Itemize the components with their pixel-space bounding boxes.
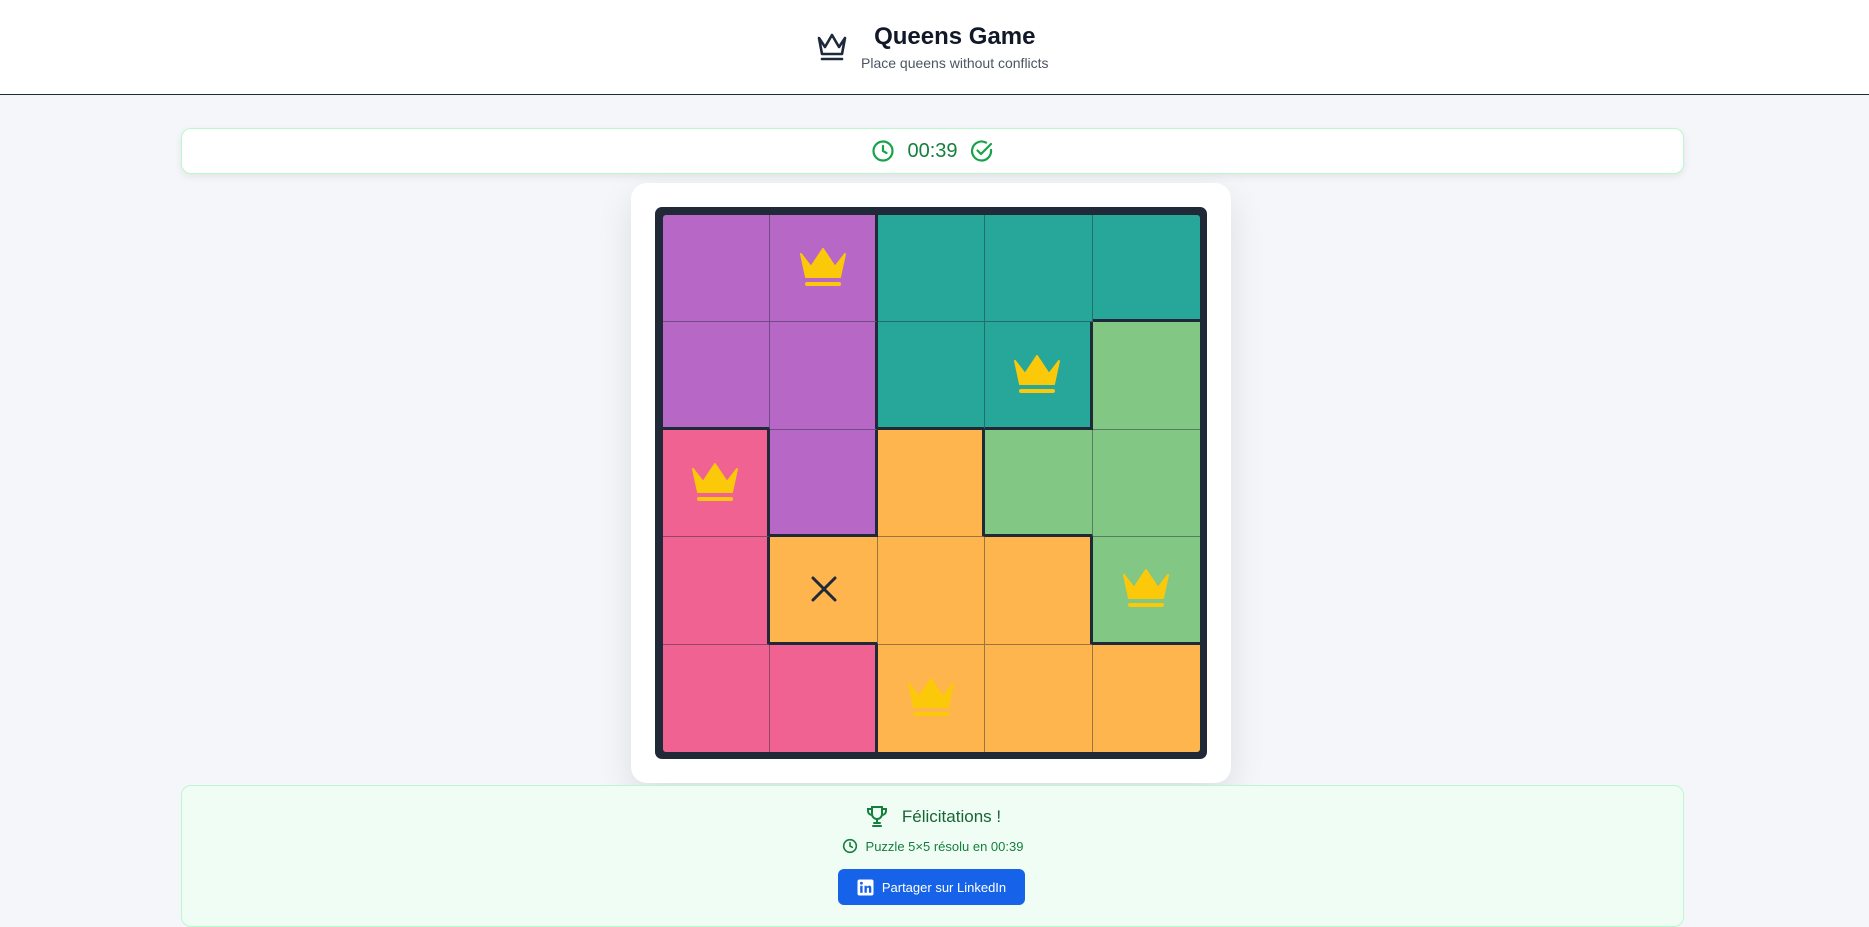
board-cell[interactable] bbox=[1092, 429, 1200, 538]
board-grid bbox=[663, 215, 1200, 752]
board-cell[interactable] bbox=[770, 429, 878, 538]
queen-icon bbox=[907, 678, 954, 717]
board-cell[interactable] bbox=[985, 537, 1093, 645]
share-button-label: Partager sur LinkedIn bbox=[881, 879, 1007, 895]
board-cell[interactable] bbox=[1092, 215, 1200, 323]
board-cell[interactable] bbox=[770, 644, 878, 752]
solved-message: Puzzle 5×5 résolu en 00:39 bbox=[865, 838, 1024, 854]
success-panel: Félicitations ! Puzzle 5×5 résolu en 00:… bbox=[181, 785, 1684, 927]
app-header: Queens Game Place queens without conflic… bbox=[0, 0, 1869, 95]
check-circle-icon bbox=[970, 140, 992, 162]
board-cell[interactable] bbox=[663, 215, 771, 323]
clock-icon bbox=[872, 140, 895, 162]
board-cell[interactable] bbox=[877, 215, 986, 323]
timer-bar: 00:39 bbox=[181, 128, 1684, 174]
board-cell[interactable] bbox=[877, 322, 986, 430]
board-cell[interactable] bbox=[985, 644, 1093, 752]
queen-icon bbox=[1123, 569, 1170, 608]
board-cell[interactable] bbox=[663, 322, 771, 430]
board-cell[interactable] bbox=[663, 429, 771, 538]
queen-icon bbox=[692, 462, 739, 501]
x-mark-icon bbox=[811, 576, 837, 602]
clock-icon bbox=[842, 838, 857, 854]
brand: Queens Game Place queens without conflic… bbox=[815, 24, 1049, 71]
board-cell[interactable] bbox=[985, 215, 1093, 323]
app-subtitle: Place queens without conflicts bbox=[861, 55, 1049, 71]
board-cell[interactable] bbox=[1092, 644, 1200, 752]
share-linkedin-button[interactable]: Partager sur LinkedIn bbox=[838, 869, 1025, 905]
board-cell[interactable] bbox=[1092, 322, 1200, 430]
board-cell[interactable] bbox=[770, 537, 878, 645]
app-title: Queens Game bbox=[874, 23, 1036, 50]
board-cell[interactable] bbox=[877, 537, 986, 645]
crown-icon bbox=[817, 33, 847, 61]
board-cell[interactable] bbox=[663, 644, 771, 752]
board-cell[interactable] bbox=[877, 429, 986, 538]
queen-icon bbox=[1014, 354, 1061, 393]
board-cell[interactable] bbox=[663, 537, 771, 645]
board-cell[interactable] bbox=[877, 644, 986, 752]
timer-value: 00:39 bbox=[907, 139, 958, 162]
board-cell[interactable] bbox=[770, 215, 878, 323]
board-cell[interactable] bbox=[770, 322, 878, 430]
queen-icon bbox=[799, 248, 846, 287]
game-board bbox=[655, 207, 1207, 759]
board-cell[interactable] bbox=[985, 322, 1093, 430]
board-cell[interactable] bbox=[1092, 537, 1200, 645]
trophy-icon bbox=[866, 806, 887, 827]
board-cell[interactable] bbox=[985, 429, 1093, 538]
linkedin-icon bbox=[857, 879, 874, 895]
congrats-title: Félicitations ! bbox=[901, 807, 1002, 826]
